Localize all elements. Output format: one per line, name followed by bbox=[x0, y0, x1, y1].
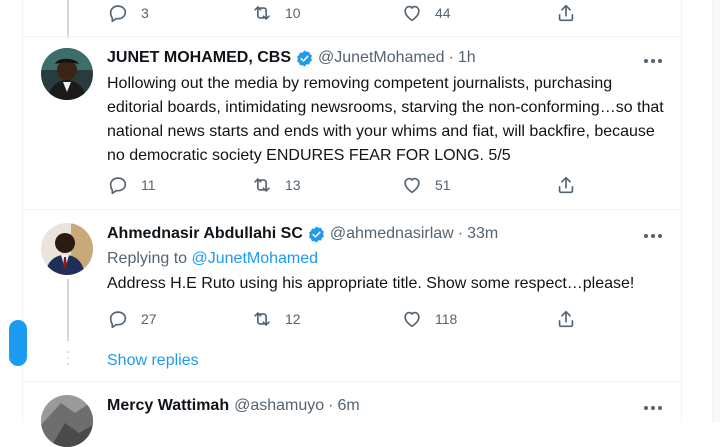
verified-badge-icon bbox=[307, 225, 326, 244]
display-name[interactable]: Mercy Wattimah bbox=[107, 397, 229, 415]
dot-separator: · bbox=[457, 225, 464, 242]
reply-icon bbox=[107, 308, 129, 330]
timestamp[interactable]: 6m bbox=[338, 397, 360, 415]
retweet-button[interactable]: 12 bbox=[251, 307, 301, 331]
like-count: 44 bbox=[435, 5, 451, 21]
replying-to: Replying to @JunetMohamed bbox=[107, 248, 318, 270]
reply-button[interactable]: 3 bbox=[107, 1, 149, 25]
right-column-edge bbox=[712, 0, 720, 422]
show-replies-link[interactable]: Show replies bbox=[107, 350, 199, 372]
like-icon bbox=[401, 2, 423, 24]
share-icon bbox=[555, 174, 577, 196]
tweet-header: Mercy Wattimah @ashamuyo · 6m bbox=[107, 395, 360, 417]
more-icon bbox=[643, 398, 663, 416]
more-icon bbox=[643, 226, 663, 244]
avatar[interactable] bbox=[41, 48, 93, 100]
compose-button-edge[interactable] bbox=[9, 320, 27, 366]
reply-button[interactable]: 27 bbox=[107, 307, 157, 331]
thread-line bbox=[67, 279, 69, 341]
replying-to-handle-link[interactable]: @JunetMohamed bbox=[192, 250, 319, 267]
like-icon bbox=[401, 308, 423, 330]
like-button[interactable]: 118 bbox=[401, 307, 457, 331]
share-button[interactable] bbox=[555, 1, 577, 25]
retweet-button[interactable]: 10 bbox=[251, 1, 301, 25]
reply-count: 3 bbox=[141, 5, 149, 21]
tweet-header: JUNET MOHAMED, CBS @JunetMohamed · 1h bbox=[107, 47, 476, 69]
verified-badge-icon bbox=[295, 49, 314, 68]
display-name[interactable]: JUNET MOHAMED, CBS bbox=[107, 49, 291, 67]
timeline-feed: 3 10 44 JUNET MOHAMED, CBS @JunetMohamed… bbox=[9, 0, 682, 447]
display-name[interactable]: Ahmednasir Abdullahi SC bbox=[107, 225, 303, 243]
retweet-icon bbox=[251, 308, 273, 330]
user-handle[interactable]: @ashamuyo bbox=[234, 397, 324, 415]
tweet-separator bbox=[23, 209, 681, 210]
retweet-count: 12 bbox=[285, 311, 301, 327]
reply-icon bbox=[107, 2, 129, 24]
share-button[interactable] bbox=[555, 173, 577, 197]
timestamp[interactable]: 33m bbox=[467, 225, 498, 243]
tweet-separator bbox=[23, 381, 681, 382]
tweet-text: Hollowing out the media by removing comp… bbox=[107, 75, 664, 164]
retweet-icon bbox=[251, 2, 273, 24]
tweet-header: Ahmednasir Abdullahi SC @ahmednasirlaw ·… bbox=[107, 223, 498, 245]
thread-dots bbox=[67, 351, 69, 369]
more-icon bbox=[643, 51, 663, 69]
timestamp[interactable]: 1h bbox=[458, 49, 476, 67]
more-options-button[interactable] bbox=[641, 223, 665, 247]
tweet-text: Address H.E Ruto using his appropriate t… bbox=[107, 275, 635, 292]
retweet-button[interactable]: 13 bbox=[251, 173, 301, 197]
retweet-icon bbox=[251, 174, 273, 196]
user-handle[interactable]: @JunetMohamed bbox=[318, 49, 445, 67]
like-count: 51 bbox=[435, 177, 451, 193]
reply-icon bbox=[107, 174, 129, 196]
tweet-separator bbox=[23, 36, 681, 37]
more-options-button[interactable] bbox=[641, 48, 665, 72]
thread-line bbox=[67, 0, 69, 38]
more-options-button[interactable] bbox=[641, 395, 665, 419]
tweet-actions: 27 12 118 bbox=[107, 307, 587, 331]
like-count: 118 bbox=[435, 311, 458, 327]
share-icon bbox=[555, 2, 577, 24]
avatar[interactable] bbox=[41, 395, 93, 447]
retweet-count: 10 bbox=[285, 5, 301, 21]
retweet-count: 13 bbox=[285, 177, 301, 193]
share-button[interactable] bbox=[555, 307, 577, 331]
tweet-actions: 11 13 51 bbox=[107, 173, 587, 197]
like-icon bbox=[401, 174, 423, 196]
like-button[interactable]: 44 bbox=[401, 1, 451, 25]
reply-count: 11 bbox=[141, 177, 156, 193]
avatar[interactable] bbox=[41, 223, 93, 275]
share-icon bbox=[555, 308, 577, 330]
replying-to-label: Replying to bbox=[107, 250, 188, 267]
reply-count: 27 bbox=[141, 311, 157, 327]
reply-button[interactable]: 11 bbox=[107, 173, 156, 197]
tweet-actions-top: 3 10 44 bbox=[107, 1, 587, 25]
dot-separator: · bbox=[328, 397, 334, 414]
like-button[interactable]: 51 bbox=[401, 173, 451, 197]
user-handle[interactable]: @ahmednasirlaw bbox=[330, 225, 454, 243]
dot-separator: · bbox=[448, 49, 454, 66]
